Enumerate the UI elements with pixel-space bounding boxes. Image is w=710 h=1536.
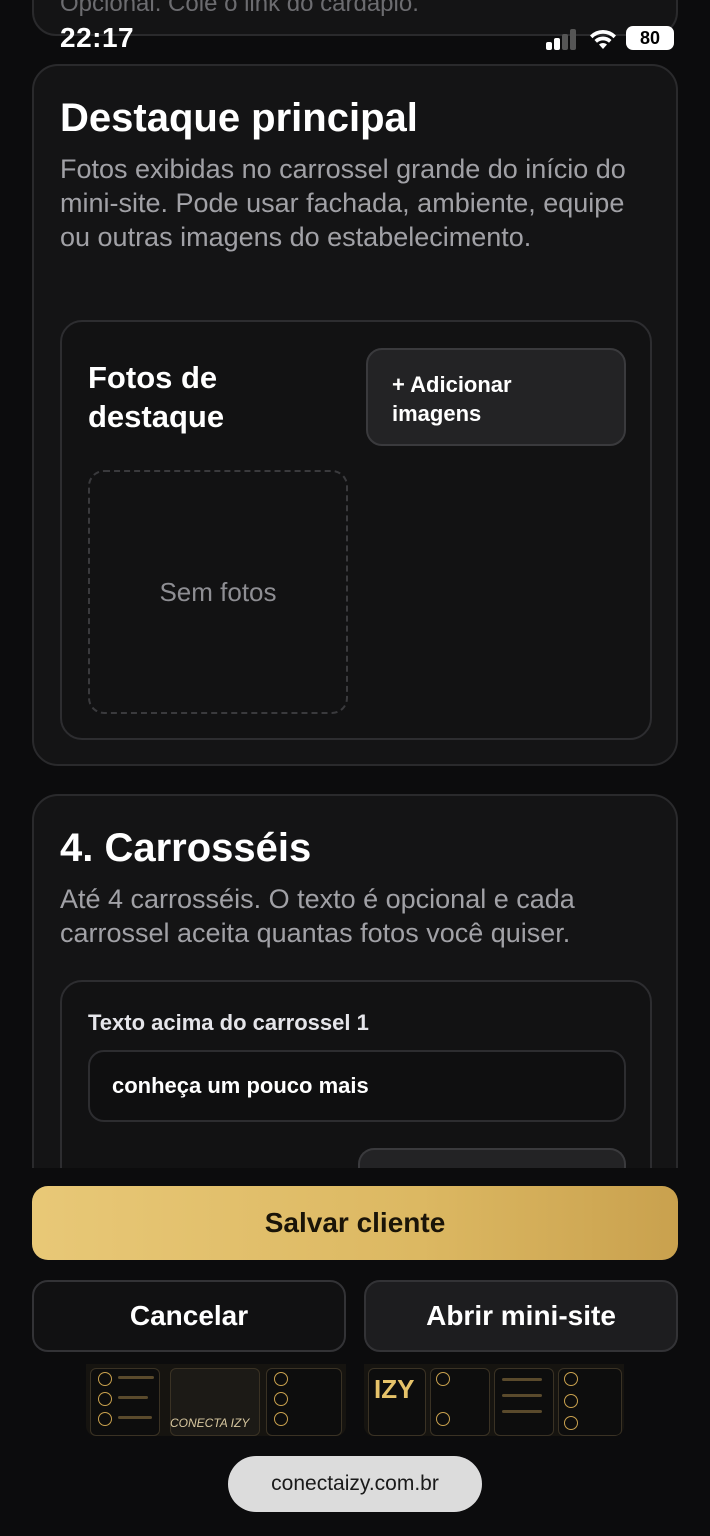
add-images-button[interactable]: + Adicionar imagens (366, 348, 626, 446)
section-description: Fotos exibidas no carrossel grande do in… (60, 154, 626, 252)
carousel-1-text-label: Texto acima do carrossel 1 (88, 1010, 369, 1035)
wifi-icon (590, 29, 616, 49)
empty-photos-placeholder: Sem fotos (88, 470, 348, 714)
status-bar: 22:17 80 (0, 0, 710, 60)
carousels-section: 4. Carrosséis Até 4 carrosséis. O texto … (32, 794, 678, 1240)
thumbnail-brand-text: IZY (374, 1374, 415, 1404)
cellular-signal-icon (546, 28, 578, 50)
section-description: Até 4 carrosséis. O texto é opcional e c… (60, 884, 575, 948)
open-mini-site-button[interactable]: Abrir mini-site (364, 1280, 678, 1352)
highlight-photos-label: Fotos de destaque (88, 360, 225, 434)
status-time: 22:17 (60, 22, 135, 53)
section-title: 4. Carrosséis (60, 826, 312, 870)
highlight-photos-panel: Fotos de destaque + Adicionar imagens Se… (60, 320, 652, 740)
thumbnail-image[interactable]: CONECTA IZY (86, 1364, 346, 1436)
highlight-section: Destaque principal Fotos exibidas no car… (32, 64, 678, 766)
url-field[interactable]: conectaizy.com.br (228, 1456, 482, 1512)
section-title: Destaque principal (60, 96, 418, 140)
carousel-thumbnails: CONECTA IZY IZY (0, 1364, 710, 1436)
save-client-button[interactable]: Salvar cliente (32, 1186, 678, 1260)
browser-url-bar: conectaizy.com.br (0, 1436, 710, 1536)
thumbnail-image[interactable]: IZY (364, 1364, 624, 1436)
empty-photos-text: Sem fotos (159, 577, 277, 607)
carousel-1-text-input[interactable] (88, 1050, 626, 1122)
battery-icon: 80 (626, 26, 674, 50)
cancel-button[interactable]: Cancelar (32, 1280, 346, 1352)
thumbnail-brand-text: CONECTA IZY (170, 1416, 250, 1430)
